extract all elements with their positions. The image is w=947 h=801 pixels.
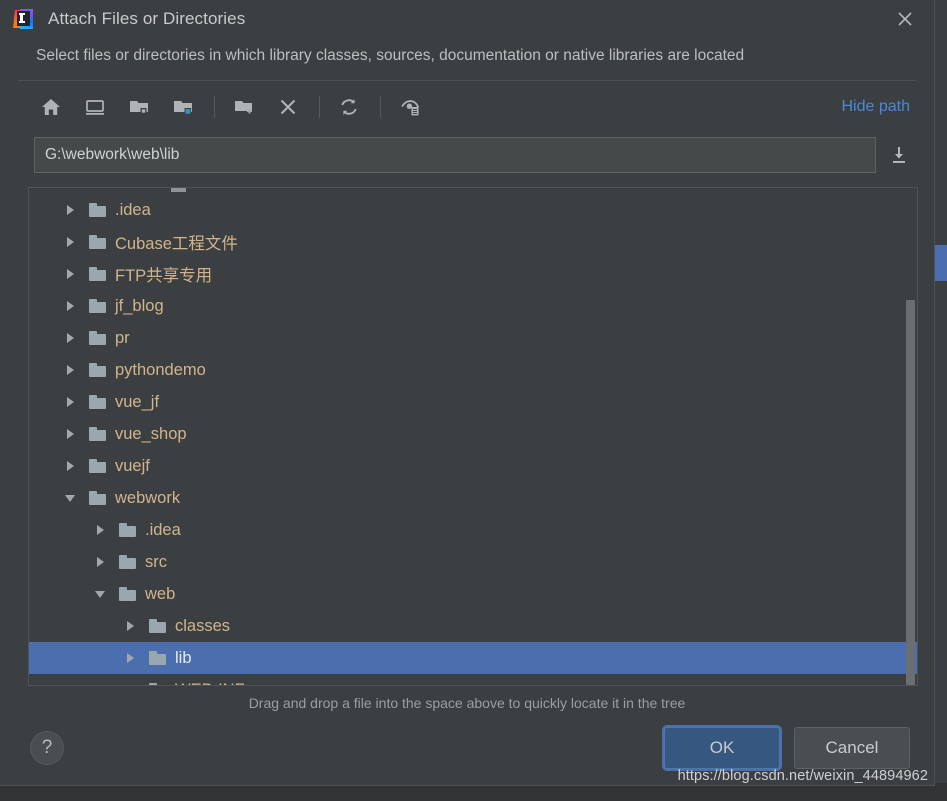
chevron-right-icon[interactable] <box>59 397 81 408</box>
tree-row-label: vue_jf <box>115 392 160 411</box>
folder-icon <box>89 299 106 314</box>
directory-tree[interactable]: .idea Cubase工程文件 FTP共享专用 jf_blogpr pythondem… <box>29 188 917 685</box>
attach-files-dialog: Attach Files or Directories Select files… <box>0 0 935 786</box>
tree-row[interactable]: WEB-INF <box>29 674 917 685</box>
tree-row-label: vuejf <box>115 456 150 475</box>
delete-icon[interactable] <box>271 90 305 124</box>
tree-row-label: vue_shop <box>115 424 187 443</box>
show-hidden-files-icon[interactable] <box>393 90 427 124</box>
dialog-titlebar: Attach Files or Directories <box>0 0 934 38</box>
tree-scrolled-row-stub <box>29 188 917 194</box>
tree-row[interactable]: .idea <box>29 194 917 226</box>
desktop-icon[interactable] <box>78 90 112 124</box>
background-blue-marker <box>935 245 947 281</box>
background-right-band <box>935 0 947 801</box>
tree-row[interactable]: classes <box>29 610 917 642</box>
path-row <box>0 133 934 177</box>
home-icon[interactable] <box>34 90 68 124</box>
folder-icon <box>89 235 106 250</box>
tree-row-label: lib <box>175 648 192 667</box>
tree-row[interactable]: jf_blog <box>29 290 917 322</box>
chevron-right-icon[interactable] <box>59 301 81 312</box>
chevron-down-icon[interactable] <box>59 494 81 502</box>
chevron-right-icon[interactable] <box>119 653 141 664</box>
import-arrow-icon[interactable] <box>880 137 918 173</box>
chevron-right-icon[interactable] <box>59 461 81 472</box>
folder-icon <box>89 331 106 346</box>
hide-path-link[interactable]: Hide path <box>842 98 911 116</box>
toolbar-separator-1 <box>214 96 215 119</box>
tree-row-label: webwork <box>115 488 181 507</box>
tree-row[interactable]: lib <box>29 642 917 675</box>
tree-row-label: pr <box>115 328 130 347</box>
chevron-right-icon[interactable] <box>59 365 81 376</box>
tree-row[interactable]: Cubase工程文件 <box>29 226 917 258</box>
tree-row[interactable]: vuejf <box>29 450 917 482</box>
chevron-right-icon[interactable] <box>119 621 141 632</box>
screen: Attach Files or Directories Select files… <box>0 0 947 801</box>
dialog-subtitle: Select files or directories in which lib… <box>36 47 745 64</box>
tree-row-label: classes <box>175 616 231 635</box>
tree-row-label: web <box>145 584 176 603</box>
tree-row-label: .idea <box>115 200 151 219</box>
drag-drop-hint: Drag and drop a file into the space abov… <box>248 695 686 711</box>
folder-icon <box>149 619 166 634</box>
path-input[interactable] <box>34 137 876 174</box>
folder-icon <box>89 427 106 442</box>
tree-row[interactable]: webwork <box>29 482 917 514</box>
tree-row[interactable]: vue_jf <box>29 386 917 418</box>
chevron-right-icon[interactable] <box>59 237 81 248</box>
tree-row-label: WEB-INF <box>175 681 245 685</box>
tree-row[interactable]: web <box>29 578 917 610</box>
chevron-down-icon[interactable] <box>89 590 111 598</box>
tree-row[interactable]: pr <box>29 322 917 354</box>
tree-row[interactable]: vue_shop <box>29 418 917 450</box>
toolbar-separator-3 <box>380 96 381 119</box>
dialog-footer: ? OK Cancel https://blog.csdn.net/weixin… <box>0 711 934 785</box>
tree-row-label: jf_blog <box>115 296 164 315</box>
help-button[interactable]: ? <box>30 731 64 765</box>
tree-row-label: FTP共享专用 <box>115 267 213 286</box>
folder-icon <box>89 203 106 218</box>
ok-button[interactable]: OK <box>664 727 780 769</box>
chevron-right-icon[interactable] <box>59 269 81 280</box>
close-icon[interactable] <box>892 6 918 32</box>
folder-icon <box>149 651 166 666</box>
tree-row-label: .idea <box>145 520 181 539</box>
toolbar-separator-2 <box>319 96 320 119</box>
tree-row[interactable]: .idea <box>29 514 917 546</box>
folder-icon <box>119 555 136 570</box>
tree-vertical-scrollbar[interactable] <box>906 300 915 686</box>
chevron-right-icon[interactable] <box>89 525 111 536</box>
new-folder-icon[interactable] <box>227 90 261 124</box>
dialog-title: Attach Files or Directories <box>48 9 246 28</box>
intellij-idea-logo-icon <box>13 9 34 29</box>
folder-module-icon[interactable] <box>122 90 156 124</box>
folder-icon <box>119 587 136 602</box>
tree-row[interactable]: FTP共享专用 <box>29 258 917 290</box>
cancel-button[interactable]: Cancel <box>794 727 910 769</box>
tree-row-label: Cubase工程文件 <box>115 235 238 254</box>
tree-row-label: src <box>145 552 167 571</box>
tree-row[interactable]: src <box>29 546 917 578</box>
directory-tree-panel[interactable]: .idea Cubase工程文件 FTP共享专用 jf_blogpr pythondem… <box>28 187 918 686</box>
folder-icon <box>119 523 136 538</box>
chevron-right-icon[interactable] <box>59 429 81 440</box>
folder-icon <box>89 267 106 282</box>
chevron-right-icon[interactable] <box>59 205 81 216</box>
folder-project-icon[interactable] <box>166 90 200 124</box>
folder-icon <box>89 491 106 506</box>
tree-row[interactable]: pythondemo <box>29 354 917 386</box>
chevron-right-icon[interactable] <box>59 333 81 344</box>
folder-icon <box>89 363 106 378</box>
watermark-url: https://blog.csdn.net/weixin_44894962 <box>677 768 928 784</box>
folder-icon <box>89 395 106 410</box>
folder-icon <box>149 683 166 685</box>
folder-icon <box>89 459 106 474</box>
chevron-right-icon[interactable] <box>89 557 111 568</box>
tree-row-label: pythondemo <box>115 360 206 379</box>
refresh-icon[interactable] <box>332 90 366 124</box>
file-chooser-toolbar: Hide path <box>0 81 934 133</box>
